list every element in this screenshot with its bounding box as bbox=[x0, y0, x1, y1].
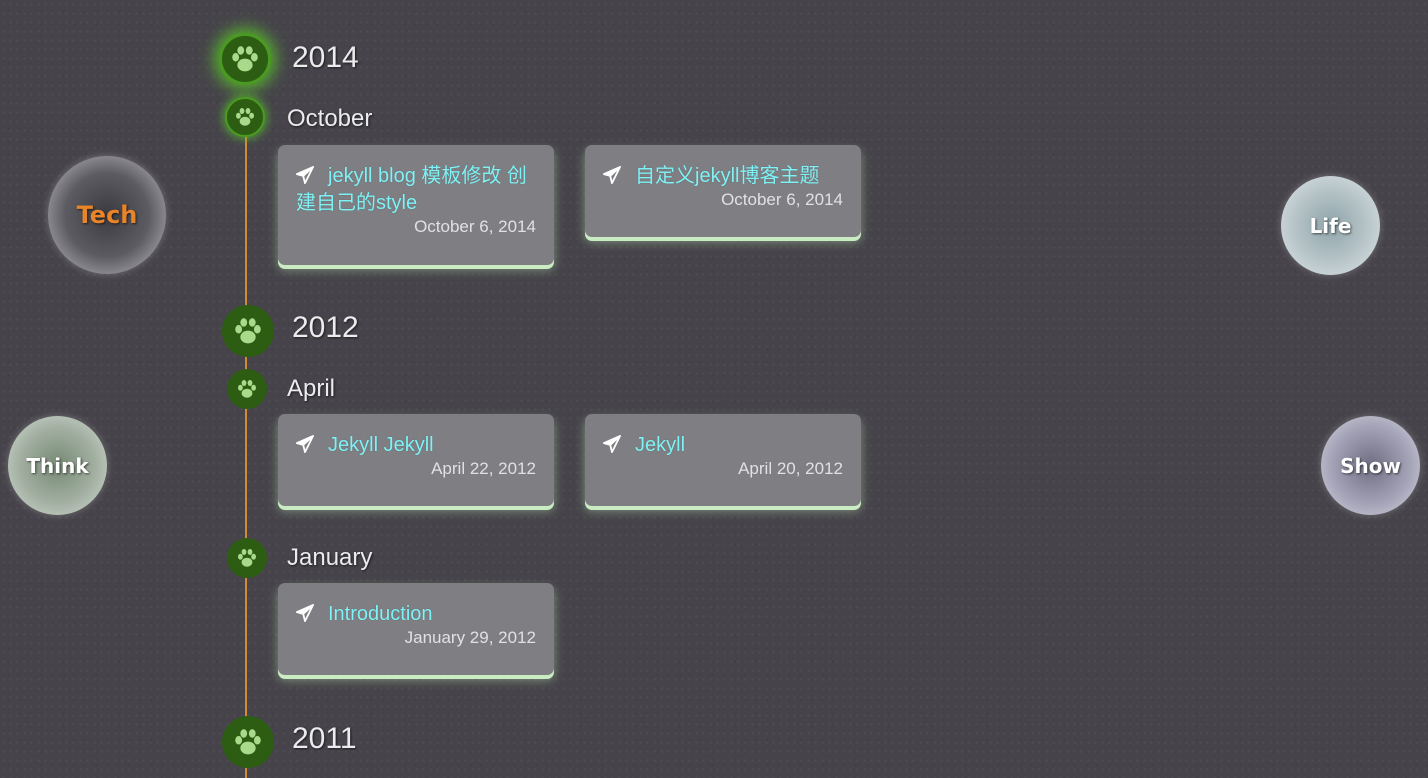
post-date: April 20, 2012 bbox=[738, 459, 843, 478]
post-date: October 6, 2014 bbox=[414, 217, 536, 236]
post-date: October 6, 2014 bbox=[721, 190, 843, 209]
post-card[interactable]: Jekyll April 20, 2012 bbox=[585, 414, 861, 506]
year-label-2014: 2014 bbox=[292, 41, 359, 74]
year-node-2011[interactable] bbox=[222, 716, 274, 768]
post-card[interactable]: Introduction January 29, 2012 bbox=[278, 583, 554, 675]
month-label-april: April bbox=[287, 375, 336, 402]
post-date: April 22, 2012 bbox=[431, 459, 536, 478]
nav-bubble-label: Show bbox=[1340, 453, 1401, 478]
nav-bubble-tech[interactable]: Tech bbox=[48, 156, 166, 274]
paw-icon bbox=[233, 105, 257, 129]
post-title-link[interactable]: Jekyll Jekyll bbox=[328, 434, 434, 456]
post-title-link[interactable]: jekyll blog 模板修改 创建自己的style bbox=[296, 165, 527, 214]
post-title-link[interactable]: Jekyll bbox=[635, 434, 685, 456]
month-node-october[interactable] bbox=[225, 97, 265, 137]
month-label-october: October bbox=[287, 105, 373, 132]
paw-icon bbox=[235, 546, 259, 570]
send-icon bbox=[296, 166, 314, 184]
year-label-2012: 2012 bbox=[292, 311, 359, 344]
nav-bubble-think[interactable]: Think bbox=[8, 416, 107, 515]
send-icon bbox=[296, 435, 314, 453]
post-card[interactable]: jekyll blog 模板修改 创建自己的style October 6, 2… bbox=[278, 145, 554, 265]
year-node-2014[interactable] bbox=[219, 33, 271, 85]
month-node-january[interactable] bbox=[227, 538, 267, 578]
nav-bubble-label: Life bbox=[1309, 213, 1352, 238]
post-card[interactable]: Jekyll Jekyll April 22, 2012 bbox=[278, 414, 554, 506]
paw-icon bbox=[231, 725, 265, 759]
send-icon bbox=[603, 166, 621, 184]
post-date: January 29, 2012 bbox=[404, 628, 536, 647]
year-node-2012[interactable] bbox=[222, 305, 274, 357]
paw-icon bbox=[231, 314, 265, 348]
post-title-link[interactable]: Introduction bbox=[328, 603, 433, 625]
paw-icon bbox=[228, 42, 262, 76]
post-card[interactable]: 自定义jekyll博客主题 October 6, 2014 bbox=[585, 145, 861, 237]
paw-icon bbox=[235, 377, 259, 401]
send-icon bbox=[603, 435, 621, 453]
post-title-link[interactable]: 自定义jekyll博客主题 bbox=[635, 165, 819, 187]
timeline-line bbox=[245, 118, 247, 778]
nav-bubble-life[interactable]: Life bbox=[1281, 176, 1380, 275]
year-label-2011: 2011 bbox=[292, 722, 357, 755]
send-icon bbox=[296, 604, 314, 622]
nav-bubble-label: Tech bbox=[76, 201, 138, 229]
nav-bubble-show[interactable]: Show bbox=[1321, 416, 1420, 515]
month-node-april[interactable] bbox=[227, 369, 267, 409]
nav-bubble-label: Think bbox=[26, 453, 89, 478]
month-label-january: January bbox=[287, 544, 373, 571]
